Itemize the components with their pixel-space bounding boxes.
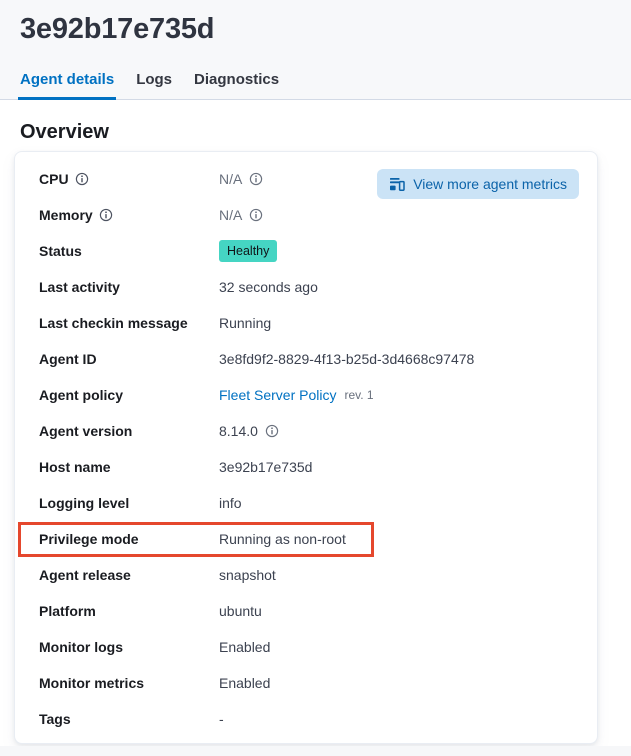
row-label: Status bbox=[39, 243, 219, 259]
row-label: Agent ID bbox=[39, 351, 219, 367]
tab-logs[interactable]: Logs bbox=[136, 71, 172, 99]
row-tags: Tags - bbox=[39, 701, 573, 737]
row-value-text: Running bbox=[219, 315, 271, 331]
row-agent-version: Agent version 8.14.0 bbox=[39, 413, 573, 449]
row-logging-level: Logging level info bbox=[39, 485, 573, 521]
row-platform: Platform ubuntu bbox=[39, 593, 573, 629]
row-label-text: CPU bbox=[39, 171, 69, 187]
row-value-text: 8.14.0 bbox=[219, 423, 258, 439]
row-label-text: Platform bbox=[39, 603, 96, 619]
row-value: ubuntu bbox=[219, 603, 262, 619]
row-value-text: Enabled bbox=[219, 675, 270, 691]
overview-heading: Overview bbox=[20, 120, 611, 144]
row-label-text: Agent policy bbox=[39, 387, 123, 403]
row-label: Privilege mode bbox=[39, 531, 219, 547]
row-agent-id: Agent ID 3e8fd9f2-8829-4f13-b25d-3d4668c9… bbox=[39, 341, 573, 377]
tab-diagnostics[interactable]: Diagnostics bbox=[194, 71, 279, 99]
row-value-text: Running as non-root bbox=[219, 531, 346, 547]
row-value-text: 3e8fd9f2-8829-4f13-b25d-3d4668c97478 bbox=[219, 351, 474, 367]
row-value-text: snapshot bbox=[219, 567, 276, 583]
row-value: 3e8fd9f2-8829-4f13-b25d-3d4668c97478 bbox=[219, 351, 474, 367]
row-value-text: 32 seconds ago bbox=[219, 279, 318, 295]
row-label: Logging level bbox=[39, 495, 219, 511]
row-value-text: Enabled bbox=[219, 639, 270, 655]
tab-agent-details[interactable]: Agent details bbox=[20, 71, 114, 99]
row-label: Last activity bbox=[39, 279, 219, 295]
row-value: snapshot bbox=[219, 567, 276, 583]
overview-list: CPU N/A Memory N/A Status Healthy Last activit… bbox=[39, 161, 573, 737]
page-header: 3e92b17e735d Agent details Logs Diagnost… bbox=[0, 0, 631, 100]
row-value: Healthy bbox=[219, 240, 277, 262]
row-value: N/A bbox=[219, 207, 263, 223]
row-value: Fleet Server Policy rev. 1 bbox=[219, 387, 374, 403]
row-value: Running bbox=[219, 315, 271, 331]
row-label-text: Monitor logs bbox=[39, 639, 123, 655]
row-agent-release: Agent release snapshot bbox=[39, 557, 573, 593]
row-label: CPU bbox=[39, 171, 219, 187]
row-last-checkin-message: Last checkin message Running bbox=[39, 305, 573, 341]
policy-revision: rev. 1 bbox=[344, 388, 373, 402]
row-agent-policy: Agent policy Fleet Server Policy rev. 1 bbox=[39, 377, 573, 413]
row-label-text: Tags bbox=[39, 711, 71, 727]
row-label-text: Agent ID bbox=[39, 351, 97, 367]
row-host-name: Host name 3e92b17e735d bbox=[39, 449, 573, 485]
row-value-text: ubuntu bbox=[219, 603, 262, 619]
row-value: info bbox=[219, 495, 242, 511]
row-label-text: Logging level bbox=[39, 495, 129, 511]
row-label: Host name bbox=[39, 459, 219, 475]
row-label: Last checkin message bbox=[39, 315, 219, 331]
row-cpu: CPU N/A bbox=[39, 161, 573, 197]
row-label: Monitor metrics bbox=[39, 675, 219, 691]
overview-card: View more agent metrics CPUN/AMemoryN/AS… bbox=[14, 151, 598, 744]
row-value-text: N/A bbox=[219, 171, 242, 187]
row-label: Agent version bbox=[39, 423, 219, 439]
info-icon[interactable] bbox=[265, 424, 279, 438]
row-label-text: Agent release bbox=[39, 567, 131, 583]
row-label: Memory bbox=[39, 207, 219, 223]
page-bottom-band bbox=[0, 746, 631, 756]
row-label-text: Privilege mode bbox=[39, 531, 139, 547]
row-label: Agent release bbox=[39, 567, 219, 583]
row-label-text: Host name bbox=[39, 459, 111, 475]
info-icon[interactable] bbox=[249, 172, 263, 186]
row-monitor-logs: Monitor logs Enabled bbox=[39, 629, 573, 665]
row-value: 3e92b17e735d bbox=[219, 459, 312, 475]
row-value: Running as non-root bbox=[219, 531, 346, 547]
row-value: Enabled bbox=[219, 639, 270, 655]
row-monitor-metrics: Monitor metrics Enabled bbox=[39, 665, 573, 701]
row-value: Enabled bbox=[219, 675, 270, 691]
row-label-text: Memory bbox=[39, 207, 93, 223]
row-label-text: Agent version bbox=[39, 423, 132, 439]
row-label-text: Monitor metrics bbox=[39, 675, 144, 691]
row-value: - bbox=[219, 711, 224, 727]
agent-policy-link[interactable]: Fleet Server Policy bbox=[219, 387, 336, 403]
row-value-text: info bbox=[219, 495, 242, 511]
row-value: 32 seconds ago bbox=[219, 279, 318, 295]
row-label: Agent policy bbox=[39, 387, 219, 403]
row-status: Status Healthy bbox=[39, 233, 573, 269]
info-icon[interactable] bbox=[249, 208, 263, 222]
row-value: N/A bbox=[219, 171, 263, 187]
row-label-text: Last checkin message bbox=[39, 315, 188, 331]
row-value: 8.14.0 bbox=[219, 423, 279, 439]
status-badge: Healthy bbox=[219, 240, 277, 262]
row-value-text: N/A bbox=[219, 207, 242, 223]
page-title: 3e92b17e735d bbox=[20, 12, 611, 46]
row-memory: Memory N/A bbox=[39, 197, 573, 233]
row-label-text: Status bbox=[39, 243, 82, 259]
info-icon[interactable] bbox=[99, 208, 113, 222]
row-label: Platform bbox=[39, 603, 219, 619]
row-label: Tags bbox=[39, 711, 219, 727]
row-last-activity: Last activity 32 seconds ago bbox=[39, 269, 573, 305]
row-privilege-mode: Privilege mode Running as non-root bbox=[39, 521, 573, 557]
row-value-text: 3e92b17e735d bbox=[219, 459, 312, 475]
info-icon[interactable] bbox=[75, 172, 89, 186]
tab-bar: Agent details Logs Diagnostics bbox=[20, 71, 611, 99]
row-label: Monitor logs bbox=[39, 639, 219, 655]
row-label-text: Last activity bbox=[39, 279, 120, 295]
row-value-text: - bbox=[219, 711, 224, 727]
